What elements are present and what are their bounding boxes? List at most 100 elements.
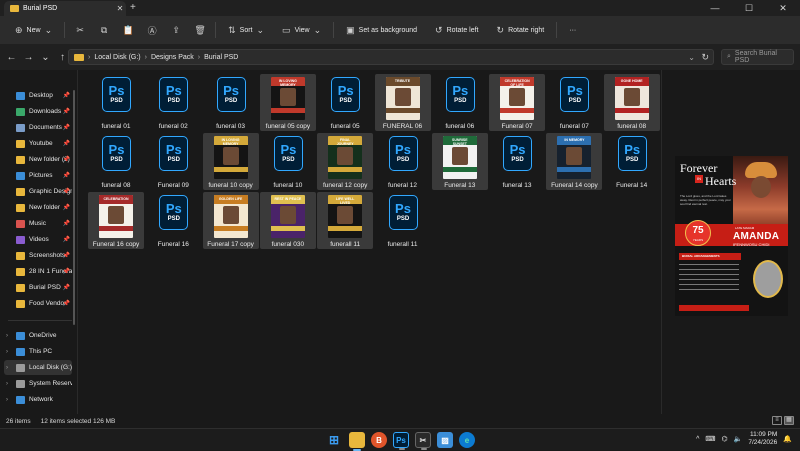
sidebar-item-pictures[interactable]: Pictures 📌 [4,168,72,183]
new-label: New [26,26,41,34]
sidebar-item-system-reserved[interactable]: › System Reserved [4,376,72,391]
view-button[interactable]: ▭ View ⌄ [273,19,330,41]
more-button[interactable]: ··· [560,19,585,41]
file-item[interactable]: LIFE WELL LIVED funerall 11 [317,192,374,249]
sidebar-item-graphic-design[interactable]: Graphic Design 📌 [4,184,72,199]
breadcrumb-burial-psd[interactable]: Burial PSD [204,54,238,61]
edge-browser-icon[interactable]: e [459,432,475,448]
file-item[interactable]: Ps PSD funeral 05 [317,74,373,131]
sidebar-item-downloads[interactable]: Downloads 📌 [4,104,72,119]
sidebar-item-food-vendor[interactable]: Food Vendor 📌 [4,296,72,311]
forward-arrow-icon[interactable]: → [20,52,37,63]
file-item[interactable]: FINAL JOURNEY funeral 12 copy [317,133,374,190]
file-item[interactable]: IN LOVING MEMORY funeral 10 copy [202,133,259,190]
file-item[interactable]: TRIBUTE FUNERAL 06 [374,74,431,131]
navigation-bar: ← → ⌄ ↑ › Local Disk (G:) › Designs Pack… [0,44,800,70]
sidebar-item-youtube[interactable]: Youtube 📌 [4,136,72,151]
rotate-right-button[interactable]: ↻ Rotate right [488,19,554,41]
sidebar-item-label: System Reserved [29,380,72,387]
tab-close-icon[interactable]: ✕ [114,4,126,13]
expand-chevron-icon[interactable]: › [6,397,8,403]
maximize-button[interactable]: ☐ [732,0,766,16]
sidebar-item-music[interactable]: Music 📌 [4,216,72,231]
notifications-icon[interactable]: 🔔 [783,435,792,443]
expand-chevron-icon[interactable]: › [6,333,8,339]
file-item[interactable]: Ps PSD funeral 07 [546,74,602,131]
photos-icon[interactable]: ▨ [437,432,453,448]
breadcrumb-designs-pack[interactable]: Designs Pack [151,54,194,61]
file-item[interactable]: Ps PSD funeral 06 [432,74,488,131]
pin-icon: 📌 [62,93,70,99]
file-item[interactable]: Ps PSD funeral 12 [375,133,431,190]
tray-overflow-icon[interactable]: ^ [696,436,699,443]
sidebar-item-local-disk-g[interactable]: › Local Disk (G:) [4,360,72,375]
network-icon[interactable]: ⌬ [722,435,728,443]
share-button[interactable]: ⇪ [164,19,188,41]
file-item[interactable]: CELEBRATION OF LIFE Funeral 07 [489,74,546,131]
address-dropdown-icon[interactable]: ⌄ [688,53,695,62]
search-box[interactable]: ⌕ Search Burial PSD [721,49,794,65]
file-item[interactable]: Ps PSD funeral 10 [260,133,316,190]
keyboard-icon[interactable]: ⌨ [705,435,715,443]
copy-button[interactable]: ⧉ [92,19,116,41]
sidebar-item-desktop[interactable]: Desktop 📌 [4,88,72,103]
volume-icon[interactable]: 🔈 [734,435,743,443]
file-item[interactable]: IN LOVING MEMORY funeral 05 copy [259,74,316,131]
file-item[interactable]: Ps PSD funeral 03 [203,74,259,131]
file-item[interactable]: GOLDEN LIFE Funeral 17 copy [202,192,259,249]
file-item[interactable]: Ps PSD funeral 08 [88,133,144,190]
file-item[interactable]: CELEBRATION Funeral 16 copy [88,192,144,249]
file-item[interactable]: Ps PSD funerall 11 [375,192,431,249]
recent-chevron-icon[interactable]: ⌄ [37,52,54,63]
tiles-view-icon[interactable]: ▦ [784,416,794,425]
file-item[interactable]: Ps PSD Funeral 09 [145,133,201,190]
file-explorer-icon[interactable] [349,432,365,451]
file-item[interactable]: Ps PSD Funeral 16 [145,192,201,249]
new-tab-button[interactable]: + [130,2,136,13]
breadcrumb-local-disk[interactable]: Local Disk (G:) [94,54,140,61]
expand-chevron-icon[interactable]: › [6,349,8,355]
file-item[interactable]: SUNRISE SUNSET Funeral 13 [431,133,488,190]
delete-button[interactable]: 🗑 [188,19,212,41]
clock[interactable]: 11:09 PM 7/24/2026 [748,431,777,447]
snipping-tool-icon[interactable]: ✂ [415,432,431,450]
file-item[interactable]: GONE HOME funeral 08 [603,74,660,131]
sidebar-item-burial-psd[interactable]: Burial PSD 📌 [4,280,72,295]
photoshop-icon[interactable]: Ps [393,432,409,450]
minimize-button[interactable]: — [698,0,732,16]
brave-browser-icon[interactable]: B [371,432,387,448]
close-button[interactable]: ✕ [766,0,800,16]
set-background-button[interactable]: ▣ Set as background [337,19,426,41]
rotate-left-button[interactable]: ↺ Rotate left [426,19,487,41]
sidebar-item-28-in-1-funeral[interactable]: 28 IN 1 Funeral 📌 [4,264,72,279]
refresh-icon[interactable]: ↻ [701,52,709,63]
cut-button[interactable]: ✂ [68,19,92,41]
sort-button[interactable]: ⇅ Sort ⌄ [219,19,273,41]
new-button[interactable]: ⊕ New ⌄ [6,19,61,41]
expand-chevron-icon[interactable]: › [6,365,8,371]
sidebar-item-network[interactable]: › Network [4,392,72,407]
paste-button[interactable]: 📋 [116,19,140,41]
sidebar-item-videos[interactable]: Videos 📌 [4,232,72,247]
file-name: Funeral 14 copy [551,182,598,189]
file-item[interactable]: Ps PSD funeral 01 [88,74,144,131]
back-arrow-icon[interactable]: ← [3,52,20,63]
sidebar-item-onedrive[interactable]: › OneDrive [4,328,72,343]
sidebar-item-new-folder[interactable]: New folder 📌 [4,200,72,215]
sidebar-item-screenshots[interactable]: Screenshots 📌 [4,248,72,263]
sidebar-scrollbar[interactable] [73,90,75,325]
file-item[interactable]: Ps PSD Funeral 14 [604,133,660,190]
tab-burial-psd[interactable]: Burial PSD ✕ [4,1,126,16]
file-item[interactable]: Ps PSD funeral 13 [489,133,545,190]
file-item[interactable]: IN MEMORY Funeral 14 copy [546,133,603,190]
rename-button[interactable]: Ⓐ [140,19,164,41]
expand-chevron-icon[interactable]: › [6,381,8,387]
file-item[interactable]: REST IN PEACE funeral 030 [259,192,316,249]
sidebar-item-documents[interactable]: Documents 📌 [4,120,72,135]
sidebar-item-new-folder-3[interactable]: New folder (3) 📌 [4,152,72,167]
sidebar-item-this-pc[interactable]: › This PC [4,344,72,359]
start-windows-icon[interactable]: ⊞ [326,432,342,448]
details-view-icon[interactable]: ≡ [772,416,782,425]
file-item[interactable]: Ps PSD funeral 02 [145,74,201,131]
address-bar[interactable]: › Local Disk (G:) › Designs Pack › Buria… [68,49,714,65]
